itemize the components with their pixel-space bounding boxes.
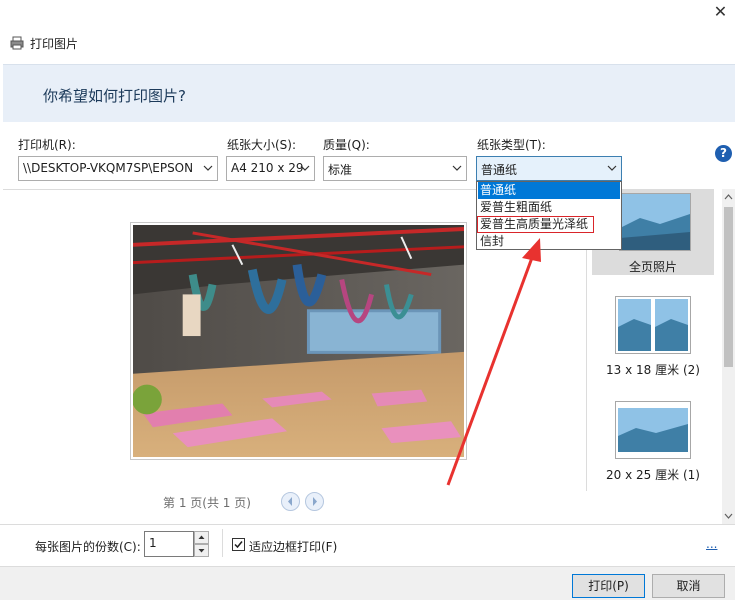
layout-item-20x25[interactable]: 20 x 25 厘米 (1) <box>592 399 714 485</box>
page-info: 第 1 页(共 1 页) <box>163 496 251 510</box>
paper-type-option[interactable]: 信封 <box>478 233 620 250</box>
caret-up-icon <box>198 535 205 539</box>
paper-size-select[interactable]: A4 210 x 29 <box>226 156 315 181</box>
caret-down-icon <box>198 549 205 553</box>
help-icon[interactable]: ? <box>715 145 732 162</box>
divider <box>0 524 735 525</box>
quality-select[interactable]: 标准 <box>323 156 467 181</box>
copies-increment-button[interactable] <box>194 531 209 544</box>
copies-label: 每张图片的份数(C): <box>35 540 141 554</box>
printer-value: \\DESKTOP-VKQM7SP\EPSON <box>23 161 194 175</box>
prev-page-button[interactable] <box>281 492 300 511</box>
page-question: 你希望如何打印图片? <box>43 87 186 105</box>
chevron-down-icon <box>203 165 213 171</box>
layout-thumbnail <box>619 193 691 251</box>
print-preview <box>130 222 467 460</box>
layout-thumbnail <box>615 296 691 354</box>
copies-decrement-button[interactable] <box>194 544 209 557</box>
divider <box>222 529 223 557</box>
next-page-button[interactable] <box>305 492 324 511</box>
checkmark-icon <box>234 541 243 549</box>
layout-item-13x18[interactable]: 13 x 18 厘米 (2) <box>592 294 714 380</box>
window-title: 打印图片 <box>30 36 79 51</box>
layout-thumbnail <box>615 401 691 459</box>
paper-size-value: A4 210 x 29 <box>231 161 304 175</box>
more-options-link[interactable]: ... <box>706 537 717 551</box>
paper-size-label: 纸张大小(S): <box>227 138 297 152</box>
layout-caption: 全页照片 <box>628 260 677 274</box>
annotation-highlight-box <box>477 216 594 233</box>
paper-type-label: 纸张类型(T): <box>477 138 546 152</box>
chevron-left-icon <box>288 497 292 506</box>
quality-value: 标准 <box>328 163 353 177</box>
landscape-thumb-icon <box>620 194 690 250</box>
preview-photo <box>133 225 464 457</box>
window-title-bar: 打印图片 <box>10 34 78 52</box>
paper-type-select[interactable]: 普通纸 <box>476 156 622 181</box>
header-band: 你希望如何打印图片? <box>3 64 735 122</box>
paper-type-option[interactable]: 爱普生粗面纸 <box>478 199 620 216</box>
chevron-right-icon <box>313 497 317 506</box>
two-photo-thumb-icon <box>618 299 688 351</box>
scroll-thumb[interactable] <box>724 207 733 367</box>
quality-label: 质量(Q): <box>323 138 370 152</box>
layout-caption: 13 x 18 厘米 (2) <box>606 363 700 377</box>
printer-label: 打印机(R): <box>18 138 76 152</box>
chevron-down-icon <box>607 165 617 171</box>
print-button[interactable]: 打印(P) <box>572 574 645 598</box>
printer-icon <box>10 36 24 50</box>
close-button[interactable]: ✕ <box>706 0 735 26</box>
fit-frame-checkbox[interactable] <box>232 538 245 551</box>
fit-frame-label[interactable]: 适应边框打印(F) <box>249 538 337 555</box>
landscape-thumb-icon <box>618 408 688 452</box>
scroll-up-icon[interactable] <box>724 192 733 202</box>
paper-type-value: 普通纸 <box>481 163 518 177</box>
printer-select[interactable]: \\DESKTOP-VKQM7SP\EPSON <box>18 156 218 181</box>
layout-caption: 20 x 25 厘米 (1) <box>606 468 700 482</box>
paper-type-option[interactable]: 普通纸 <box>478 182 620 199</box>
copies-input[interactable]: 1 <box>144 531 194 557</box>
cancel-button[interactable]: 取消 <box>652 574 725 598</box>
scroll-down-icon[interactable] <box>724 511 733 521</box>
chevron-down-icon <box>452 165 462 171</box>
chevron-down-icon <box>300 165 310 171</box>
layout-scrollbar[interactable] <box>722 189 735 524</box>
